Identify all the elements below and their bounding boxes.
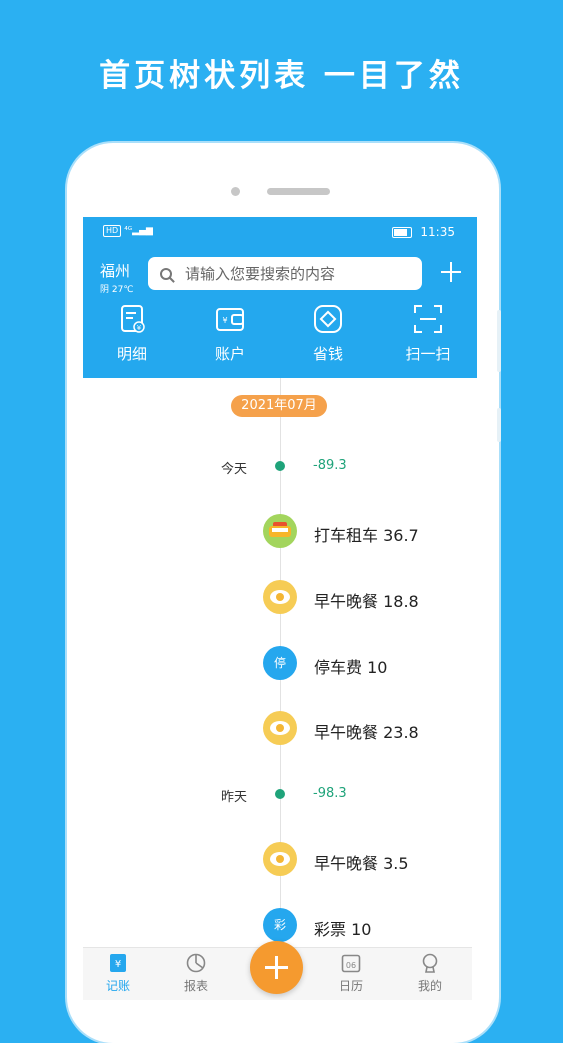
day-label-today: 今天 [220, 462, 247, 477]
tab-ledger[interactable]: ¥ 记账 [88, 952, 148, 994]
lottery-icon[interactable]: 彩 [263, 908, 297, 942]
list-item[interactable]: 早午晚餐 23.8 [314, 719, 419, 743]
day-total-today: -89.3 [313, 458, 347, 473]
taxi-icon[interactable] [263, 514, 297, 548]
meal-icon[interactable] [263, 711, 297, 745]
parking-icon[interactable]: 停 [263, 646, 297, 680]
battery-icon [392, 226, 413, 238]
search-input[interactable]: 请输入您要搜索的内容 [148, 257, 422, 290]
day-total-yesterday: -98.3 [313, 786, 347, 801]
svg-text:¥: ¥ [222, 316, 227, 325]
quick-action-details[interactable]: ¥ 明细 [87, 303, 177, 364]
coin-icon [312, 303, 344, 335]
front-camera [231, 187, 240, 196]
tab-report[interactable]: 报表 [166, 952, 226, 994]
signal-indicator: HD ⁴ᴳ▂▄▆ [103, 225, 153, 237]
meal-icon[interactable] [263, 842, 297, 876]
calendar-icon: 06 [340, 952, 362, 974]
app-screen: HD ⁴ᴳ▂▄▆ 11:35 福州 阴 27℃ 请输入您要搜索的内容 ¥ 明细 ¥ [83, 217, 477, 1000]
timeline-line [280, 378, 281, 1000]
search-placeholder: 请输入您要搜索的内容 [185, 265, 336, 283]
status-bar: HD ⁴ᴳ▂▄▆ 11:35 [83, 217, 477, 247]
quick-action-account[interactable]: ¥ 账户 [185, 303, 275, 364]
add-record-button[interactable] [250, 941, 303, 994]
receipt-icon: ¥ [116, 303, 148, 335]
earpiece [267, 188, 330, 195]
day-dot [275, 461, 285, 471]
list-item[interactable]: 停车费 10 [314, 654, 387, 678]
svg-text:06: 06 [346, 961, 356, 970]
day-label-yesterday: 昨天 [220, 790, 247, 805]
status-time: 11:35 [420, 225, 455, 239]
search-icon [160, 267, 172, 280]
app-header: HD ⁴ᴳ▂▄▆ 11:35 福州 阴 27℃ 请输入您要搜索的内容 ¥ 明细 ¥ [83, 217, 477, 378]
list-item[interactable]: 早午晚餐 18.8 [314, 588, 419, 612]
meal-icon[interactable] [263, 580, 297, 614]
list-item[interactable]: 彩票 10 [314, 916, 371, 940]
add-icon[interactable] [440, 261, 462, 283]
wallet-icon: ¥ [214, 303, 246, 335]
list-item[interactable]: 打车租车 36.7 [314, 522, 419, 546]
quick-action-save[interactable]: 省钱 [283, 303, 373, 364]
list-item[interactable]: 早午晚餐 3.5 [314, 850, 409, 874]
svg-text:¥: ¥ [137, 324, 142, 332]
quick-action-scan[interactable]: 扫一扫 [383, 303, 473, 364]
profile-icon [419, 952, 441, 974]
month-badge[interactable]: 2021年07月 [231, 395, 327, 417]
ledger-icon: ¥ [107, 952, 129, 974]
day-dot [275, 789, 285, 799]
promo-headline: 首页树状列表 一目了然 [99, 58, 464, 94]
scan-icon [412, 303, 444, 335]
location-weather[interactable]: 福州 阴 27℃ [100, 260, 133, 295]
svg-text:¥: ¥ [115, 959, 121, 970]
weather-text: 阴 27℃ [100, 285, 134, 295]
power-button [497, 310, 501, 372]
report-icon [185, 952, 207, 974]
tab-calendar[interactable]: 06 日历 [321, 952, 381, 994]
volume-button [497, 408, 501, 442]
tab-profile[interactable]: 我的 [400, 952, 460, 994]
city-name: 福州 [100, 262, 131, 280]
